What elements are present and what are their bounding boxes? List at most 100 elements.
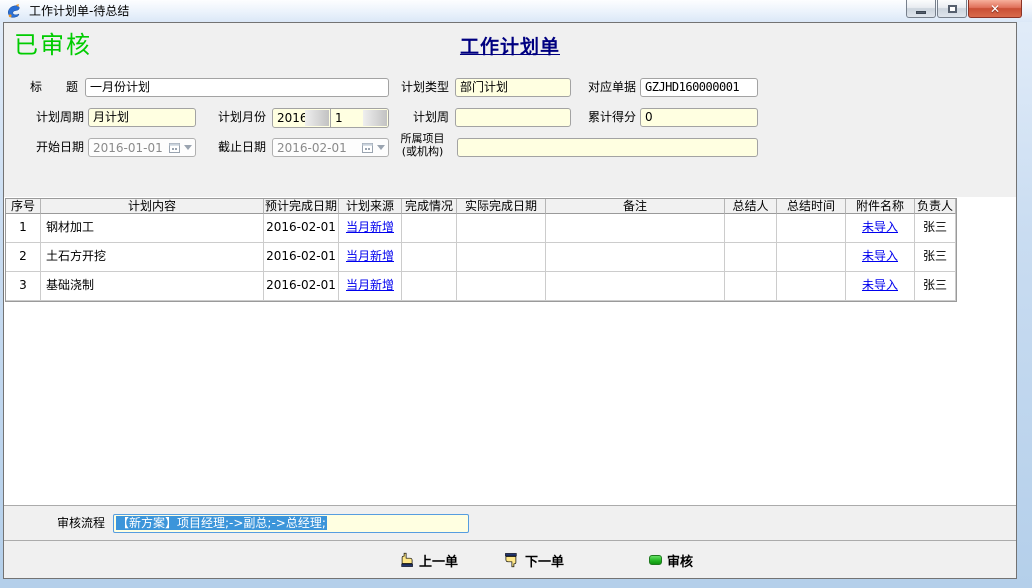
column-header-owner: 负责人 xyxy=(915,199,956,214)
cell-seq: 3 xyxy=(6,272,41,301)
cell-actual_date xyxy=(457,243,546,272)
cell-summary_time xyxy=(777,272,846,301)
form-panel: 已审核 工作计划单 标 题 一月份计划 计划类型 部门计划 对应单据 GZJHD… xyxy=(3,22,1017,579)
title-input[interactable]: 一月份计划 xyxy=(85,78,389,97)
cell-expected_date: 2016-02-01 xyxy=(264,272,339,301)
minimize-button[interactable] xyxy=(906,0,936,18)
column-header-summarizer: 总结人 xyxy=(725,199,777,214)
review-flow-strip: 审核流程 【新方案】项目经理;->副总;->总经理; xyxy=(4,505,1016,540)
cell-actual_date xyxy=(457,272,546,301)
doc-no-input[interactable]: GZJHD160000001 xyxy=(640,78,758,97)
cell-summary_time xyxy=(777,243,846,272)
close-button[interactable]: ✕ xyxy=(968,0,1022,18)
cell-seq: 1 xyxy=(6,214,41,243)
selected-text: 【新方案】项目经理;->副总;->总经理; xyxy=(116,516,327,530)
cell-owner: 张三 xyxy=(915,214,956,243)
dropdown-arrow-icon xyxy=(377,145,385,150)
end-date-label: 截止日期 xyxy=(209,138,266,157)
app-logo-icon xyxy=(6,3,22,19)
column-header-summary_time: 总结时间 xyxy=(777,199,846,214)
cell-owner: 张三 xyxy=(915,272,956,301)
window-controls: ✕ xyxy=(905,0,1022,18)
column-header-expected_date: 预计完成日期 xyxy=(264,199,339,214)
plan-month-spinner[interactable]: 1 xyxy=(330,109,388,127)
cell-attachment[interactable]: 未导入 xyxy=(846,272,915,301)
cell-owner: 张三 xyxy=(915,243,956,272)
cell-seq: 2 xyxy=(6,243,41,272)
cell-remark xyxy=(546,272,725,301)
app-window: 工作计划单-待总结 ✕ 已审核 工作计划单 标 题 一月份计划 计划类型 部门计… xyxy=(0,0,1032,588)
audit-button[interactable]: 审核 xyxy=(649,548,693,572)
title-bar[interactable]: 工作计划单-待总结 ✕ xyxy=(0,0,1032,22)
plan-month-value: 1 xyxy=(335,111,343,125)
table-header-row: 序号计划内容预计完成日期计划来源完成情况实际完成日期备注总结人总结时间附件名称负… xyxy=(6,199,956,214)
plan-year-spinner[interactable]: 2016 xyxy=(273,109,330,127)
calendar-icon xyxy=(362,142,373,153)
calendar-icon xyxy=(169,142,180,153)
plan-cycle-label: 计划周期 xyxy=(30,108,84,127)
hand-up-icon xyxy=(398,552,414,568)
table-row: 2土石方开挖2016-02-01当月新增 未导入张三 xyxy=(6,243,956,272)
start-date-label: 开始日期 xyxy=(30,138,84,157)
maximize-button[interactable] xyxy=(937,0,967,18)
cell-source[interactable]: 当月新增 xyxy=(339,272,402,301)
plan-items-table: 序号计划内容预计完成日期计划来源完成情况实际完成日期备注总结人总结时间附件名称负… xyxy=(5,198,957,302)
plan-cycle-field[interactable]: 月计划 xyxy=(88,108,196,127)
start-date-value: 2016-01-01 xyxy=(93,141,169,155)
cell-attachment[interactable]: 未导入 xyxy=(846,214,915,243)
page-title: 工作计划单 xyxy=(4,32,1016,59)
previous-record-label: 上一单 xyxy=(419,551,458,570)
review-flow-input[interactable]: 【新方案】项目经理;->副总;->总经理; xyxy=(113,514,469,533)
cell-content: 土石方开挖 xyxy=(41,243,264,272)
year-spinner-grip[interactable] xyxy=(305,110,329,126)
start-date-calendar-button[interactable] xyxy=(169,142,195,153)
start-date-picker[interactable]: 2016-01-01 xyxy=(88,138,196,157)
dropdown-arrow-icon xyxy=(184,145,192,150)
cell-summarizer xyxy=(725,214,777,243)
grid-background: 序号计划内容预计完成日期计划来源完成情况实际完成日期备注总结人总结时间附件名称负… xyxy=(4,197,1016,505)
end-date-picker[interactable]: 2016-02-01 xyxy=(272,138,389,157)
table-body: 1钢材加工2016-02-01当月新增未导入张三2土石方开挖2016-02-01… xyxy=(6,214,956,301)
cell-remark xyxy=(546,243,725,272)
plan-type-label: 计划类型 xyxy=(392,78,449,97)
cell-source[interactable]: 当月新增 xyxy=(339,243,402,272)
previous-record-button[interactable]: 上一单 xyxy=(398,548,458,572)
column-header-seq: 序号 xyxy=(6,199,41,214)
next-record-button[interactable]: 下一单 xyxy=(504,548,564,572)
end-date-calendar-button[interactable] xyxy=(362,142,388,153)
doc-no-label: 对应单据 xyxy=(579,78,636,97)
plan-month-spinbox: 2016 1 xyxy=(272,108,389,128)
month-spinner-grip[interactable] xyxy=(363,110,387,126)
review-flow-label: 审核流程 xyxy=(57,514,105,533)
cell-remark xyxy=(546,214,725,243)
cell-completion xyxy=(402,272,457,301)
title-field-label: 标 题 xyxy=(30,78,80,97)
column-header-remark: 备注 xyxy=(546,199,725,214)
minimize-icon xyxy=(916,11,926,14)
cell-expected_date: 2016-02-01 xyxy=(264,214,339,243)
total-score-label: 累计得分 xyxy=(579,108,636,127)
column-header-attachment: 附件名称 xyxy=(846,199,915,214)
cell-actual_date xyxy=(457,214,546,243)
cell-source[interactable]: 当月新增 xyxy=(339,214,402,243)
total-score-field[interactable]: 0 xyxy=(640,108,758,127)
column-header-content: 计划内容 xyxy=(41,199,264,214)
next-record-label: 下一单 xyxy=(525,551,564,570)
cell-content: 基础浇制 xyxy=(41,272,264,301)
window-title: 工作计划单-待总结 xyxy=(29,0,129,22)
table-row: 3基础浇制2016-02-01当月新增 未导入张三 xyxy=(6,272,956,301)
column-header-completion: 完成情况 xyxy=(402,199,457,214)
cell-attachment[interactable]: 未导入 xyxy=(846,243,915,272)
column-header-source: 计划来源 xyxy=(339,199,402,214)
project-field[interactable] xyxy=(457,138,758,157)
plan-year-value: 2016 xyxy=(277,111,308,125)
plan-week-field[interactable] xyxy=(455,108,571,127)
cell-expected_date: 2016-02-01 xyxy=(264,243,339,272)
end-date-value: 2016-02-01 xyxy=(277,141,362,155)
cell-content: 钢材加工 xyxy=(41,214,264,243)
audit-label: 审核 xyxy=(667,551,693,570)
cell-summarizer xyxy=(725,243,777,272)
bottom-toolbar: 上一单 下一单 审核 xyxy=(4,540,1016,578)
cell-completion xyxy=(402,243,457,272)
plan-type-field[interactable]: 部门计划 xyxy=(455,78,571,97)
